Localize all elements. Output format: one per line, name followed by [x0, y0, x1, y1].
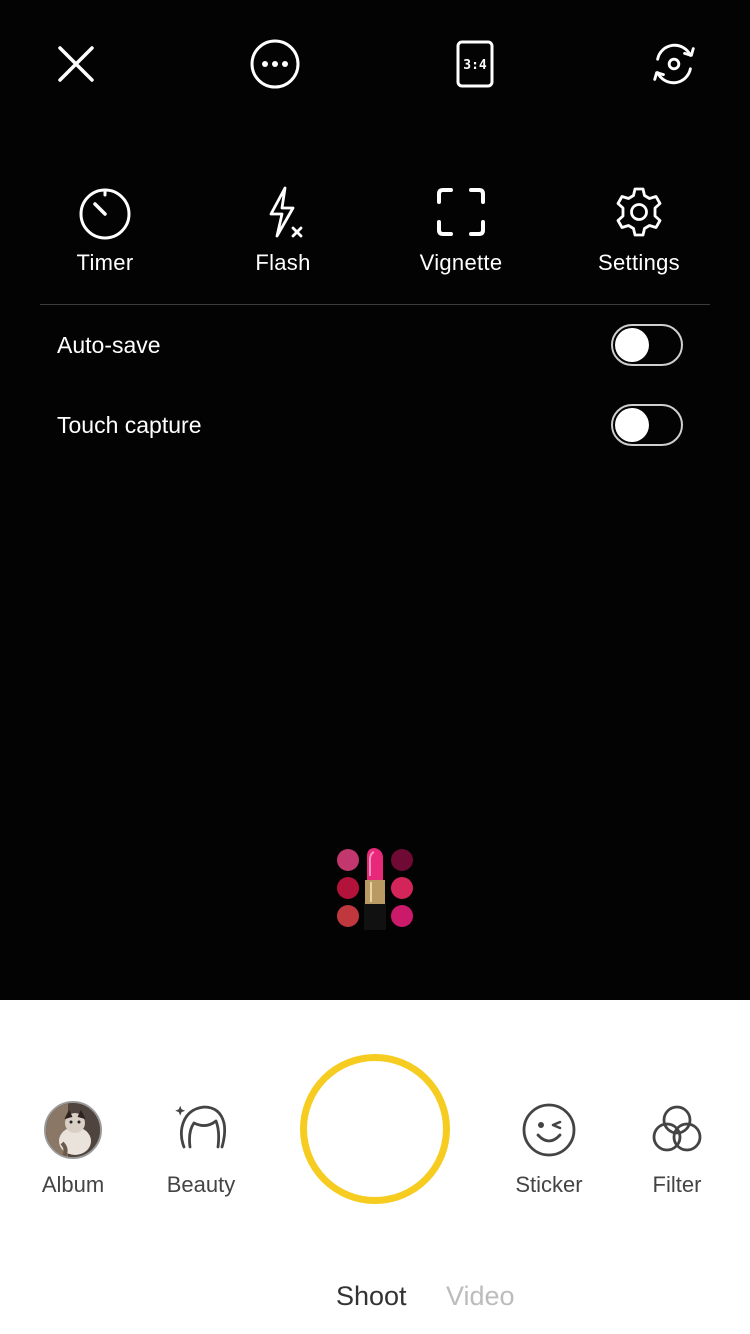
top-bar: 3:4 [0, 0, 750, 130]
timer-icon [79, 188, 131, 240]
filter-icon [652, 1105, 702, 1152]
filter-label: Filter [652, 1172, 702, 1197]
beauty-label: Beauty [166, 1172, 236, 1197]
lipstick-palette-icon[interactable] [334, 846, 416, 930]
album-label: Album [41, 1172, 105, 1197]
sticker-label: Sticker [515, 1172, 583, 1197]
vignette-button[interactable]: Vignette [391, 182, 531, 276]
sticker-icon [522, 1103, 576, 1157]
more-icon[interactable] [249, 38, 301, 90]
flash-button[interactable]: Flash [213, 182, 353, 276]
divider [40, 304, 710, 305]
timer-label: Timer [76, 250, 134, 275]
auto-save-label: Auto-save [57, 331, 161, 358]
gear-icon [616, 187, 662, 237]
aspect-ratio-button[interactable]: 3:4 [449, 38, 501, 90]
album-button[interactable]: Album [13, 1100, 133, 1198]
beauty-button[interactable]: Beauty [141, 1100, 261, 1198]
sticker-button[interactable]: Sticker [489, 1100, 609, 1198]
quick-settings-row: Timer Flash Vignette Settings [0, 182, 750, 282]
filter-button[interactable]: Filter [617, 1100, 737, 1198]
settings-button[interactable]: Settings [569, 182, 709, 276]
auto-save-row: Auto-save [57, 320, 683, 370]
mode-switcher: Shoot Video [0, 1281, 750, 1315]
timer-button[interactable]: Timer [35, 182, 175, 276]
mode-video[interactable]: Video [446, 1281, 515, 1312]
mode-shoot[interactable]: Shoot [336, 1281, 407, 1312]
close-icon[interactable] [50, 38, 102, 90]
bottom-control-panel: Album Beauty Sticker Filter Shoot Video [0, 1000, 750, 1334]
settings-label: Settings [598, 250, 680, 275]
touch-capture-toggle[interactable] [611, 404, 683, 446]
toggle-knob [615, 328, 649, 362]
toggle-knob [615, 408, 649, 442]
vignette-icon [437, 188, 485, 236]
beauty-face-icon [175, 1105, 227, 1149]
touch-capture-label: Touch capture [57, 411, 202, 438]
touch-capture-row: Touch capture [57, 400, 683, 450]
vignette-label: Vignette [419, 250, 503, 275]
album-thumbnail [44, 1101, 102, 1159]
shutter-button[interactable] [300, 1054, 450, 1204]
flash-label: Flash [255, 250, 311, 275]
flash-off-icon [269, 186, 303, 238]
aspect-ratio-text: 3:4 [463, 58, 487, 73]
switch-camera-icon[interactable] [648, 38, 700, 90]
auto-save-toggle[interactable] [611, 324, 683, 366]
